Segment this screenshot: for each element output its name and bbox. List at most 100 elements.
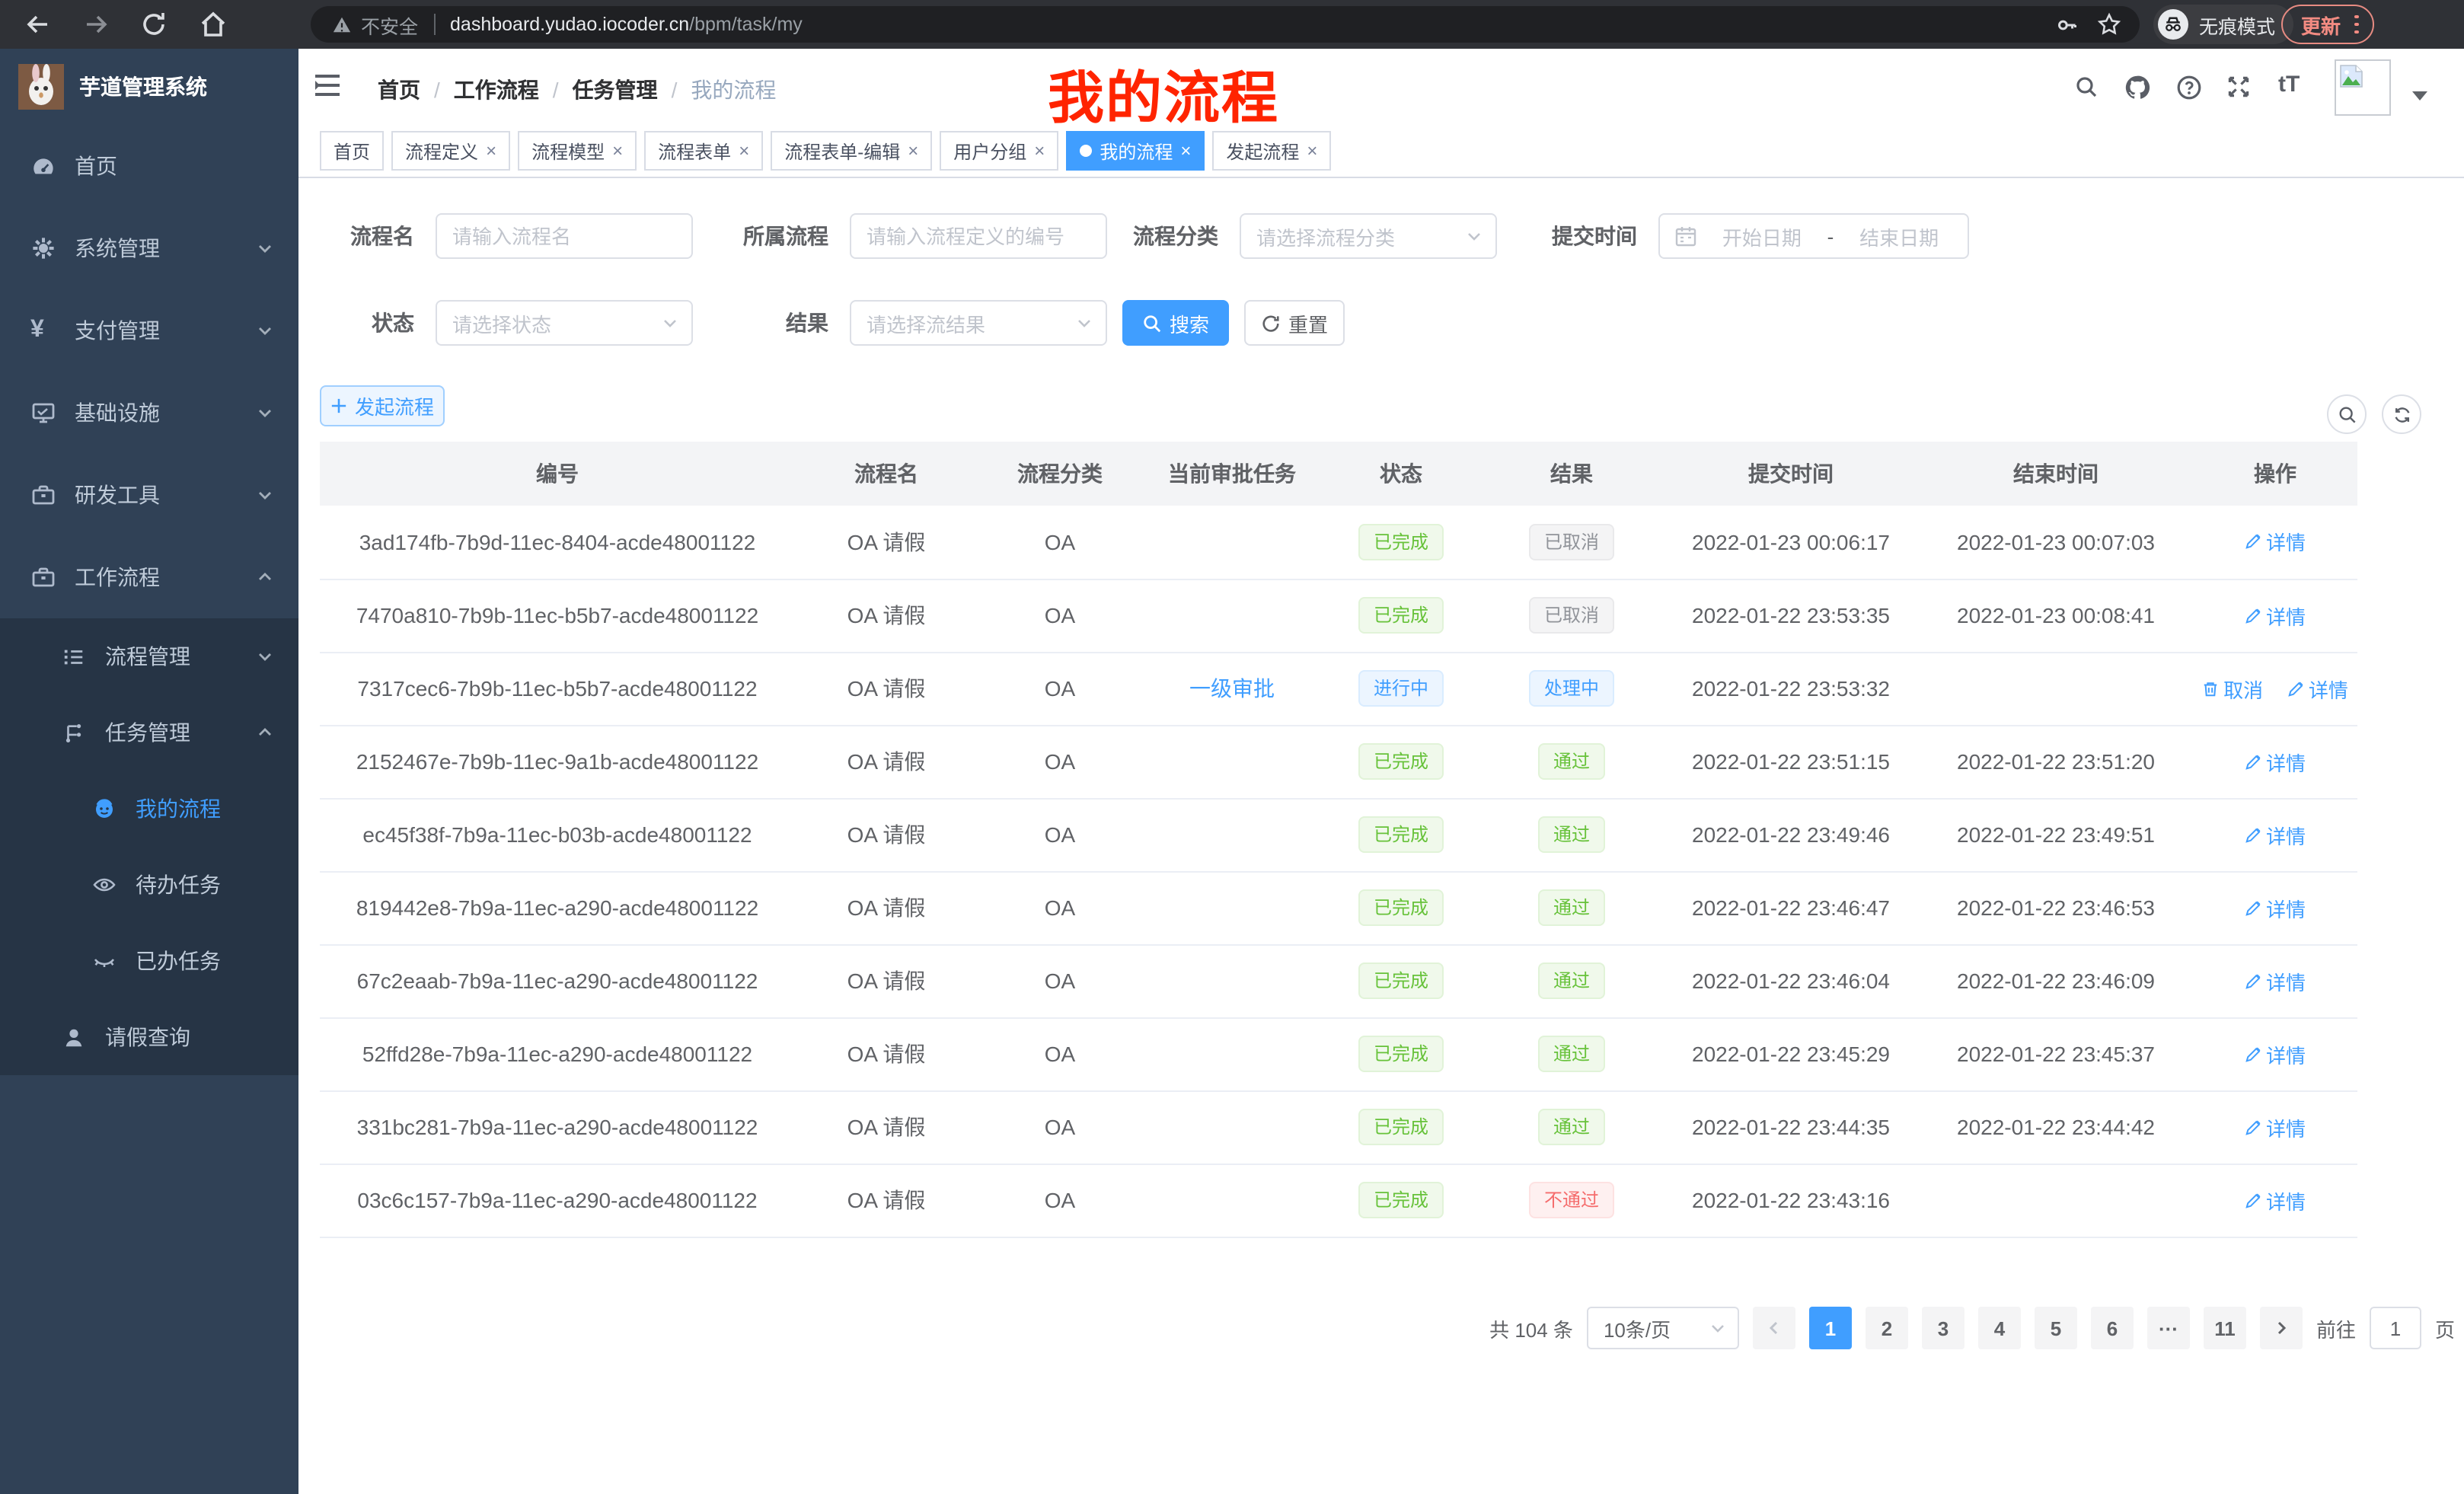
close-icon[interactable]: × [739,142,749,160]
refresh-table-button[interactable] [2382,394,2421,434]
create-process-button[interactable]: 发起流程 [320,385,445,426]
tab-process-form[interactable]: 流程表单× [644,131,763,171]
detail-link[interactable]: 详情 [2287,674,2348,703]
detail-link[interactable]: 详情 [2245,1113,2306,1141]
tab-process-model[interactable]: 流程模型× [518,131,637,171]
table-row: 819442e8-7b9a-11ec-a290-acde48001122 OA … [320,871,2357,944]
address-bar[interactable]: 不安全 dashboard.yudao.iocoder.cn/bpm/task/… [311,6,2140,43]
detail-link[interactable]: 详情 [2245,893,2306,922]
category-select[interactable]: 请选择流程分类 [1240,213,1497,259]
close-icon[interactable]: × [486,142,496,160]
page-button-2[interactable]: 2 [1866,1307,1908,1349]
cancel-link[interactable]: 取消 [2202,674,2263,703]
breadcrumb-home[interactable]: 首页 [378,78,420,102]
reload-icon[interactable] [139,9,169,40]
tab-user-group[interactable]: 用户分组× [940,131,1058,171]
tab-process-definition[interactable]: 流程定义× [391,131,510,171]
detail-link[interactable]: 详情 [2245,966,2306,995]
process-definition-input[interactable] [850,213,1107,259]
col-category: 流程分类 [978,442,1142,506]
start-date-placeholder: 开始日期 [1709,222,1815,251]
app-logo[interactable]: 芋道管理系统 [0,49,298,125]
page-size-select[interactable]: 10条/页 [1587,1307,1739,1349]
detail-link[interactable]: 详情 [2245,528,2306,557]
close-icon[interactable]: × [1307,142,1317,160]
tab-my-process[interactable]: 我的流程× [1066,131,1205,171]
close-icon[interactable]: × [1034,142,1045,160]
col-submit-time: 提交时间 [1663,442,1919,506]
detail-link[interactable]: 详情 [2245,747,2306,776]
page-button-11[interactable]: 11 [2204,1307,2246,1349]
sidebar-item-todo-tasks[interactable]: 待办任务 [0,847,298,923]
sidebar-item-my-process[interactable]: 我的流程 [0,771,298,847]
status-badge: 已完成 [1358,962,1444,999]
back-icon[interactable] [23,9,53,40]
forward-icon[interactable] [81,9,111,40]
result-select[interactable]: 请选择流结果 [850,300,1107,346]
url-host: dashboard.yudao.iocoder.cn [450,14,689,35]
help-icon[interactable] [2176,75,2202,101]
hamburger-icon[interactable] [314,73,341,97]
chevron-down-icon [256,239,274,257]
prev-page-button[interactable] [1753,1307,1795,1349]
close-icon[interactable]: × [908,142,918,160]
sidebar-item-system[interactable]: 系统管理 [0,207,298,289]
page-button-6[interactable]: 6 [2091,1307,2134,1349]
detail-link[interactable]: 详情 [2245,1186,2306,1215]
col-result: 结果 [1480,442,1663,506]
sidebar-item-payment[interactable]: ¥ 支付管理 [0,289,298,372]
password-key-icon[interactable] [2056,14,2079,37]
browser-menu-icon[interactable] [2354,15,2358,34]
avatar[interactable] [2335,59,2391,116]
sidebar-item-workflow[interactable]: 工作流程 [0,536,298,618]
close-icon[interactable]: × [1180,142,1191,160]
sidebar-item-done-tasks[interactable]: 已办任务 [0,923,298,999]
font-size-icon[interactable]: tT [2278,72,2300,97]
next-page-button[interactable] [2260,1307,2303,1349]
github-icon[interactable] [2124,75,2150,101]
bookmark-star-icon[interactable] [2097,12,2121,37]
tab-home[interactable]: 首页 [320,131,384,171]
avatar-menu-caret-icon[interactable] [2412,91,2427,101]
sidebar-item-leave-query[interactable]: 请假查询 [0,999,298,1075]
close-icon[interactable]: × [612,142,623,160]
page-button-5[interactable]: 5 [2035,1307,2077,1349]
detail-link[interactable]: 详情 [2245,601,2306,630]
sidebar-item-infrastructure[interactable]: 基础设施 [0,372,298,454]
breadcrumb-workflow[interactable]: 工作流程 [454,78,539,102]
detail-link[interactable]: 详情 [2245,820,2306,849]
chevron-up-icon [256,723,274,742]
status-badge: 已完成 [1358,524,1444,560]
status-select[interactable]: 请选择状态 [436,300,693,346]
sidebar-item-process-mgmt[interactable]: 流程管理 [0,618,298,694]
page-button-3[interactable]: 3 [1922,1307,1964,1349]
page-button-4[interactable]: 4 [1978,1307,2021,1349]
edit-pen-icon [2245,826,2261,843]
edit-pen-icon [2245,1119,2261,1135]
home-icon[interactable] [198,9,228,40]
fullscreen-icon[interactable] [2226,75,2251,99]
status-badge: 已完成 [1358,597,1444,634]
total-count: 共 104 条 [1489,1314,1573,1342]
sidebar-item-home[interactable]: 首页 [0,125,298,207]
breadcrumb-task-mgmt[interactable]: 任务管理 [573,78,658,102]
submit-time-range-picker[interactable]: 开始日期 - 结束日期 [1658,213,1969,259]
search-button[interactable]: 搜索 [1122,300,1229,346]
filter-result-label: 结果 [682,300,828,346]
detail-link[interactable]: 详情 [2245,1039,2306,1068]
reset-button[interactable]: 重置 [1244,300,1345,346]
tab-start-process[interactable]: 发起流程× [1212,131,1331,171]
sidebar-item-devtools[interactable]: 研发工具 [0,454,298,536]
tab-process-form-edit[interactable]: 流程表单-编辑× [771,131,932,171]
toggle-search-button[interactable] [2327,394,2367,434]
page-button-1[interactable]: 1 [1809,1307,1852,1349]
current-task-link[interactable]: 一级审批 [1189,676,1275,701]
calendar-icon [1675,225,1696,247]
search-icon [1142,313,1162,333]
update-button[interactable]: 更新 [2281,5,2373,44]
more-pages-button[interactable]: ··· [2147,1307,2190,1349]
goto-page-input[interactable] [2370,1307,2421,1349]
sidebar-item-task-mgmt[interactable]: 任务管理 [0,694,298,771]
process-name-input[interactable] [436,213,693,259]
search-icon[interactable] [2074,75,2099,99]
